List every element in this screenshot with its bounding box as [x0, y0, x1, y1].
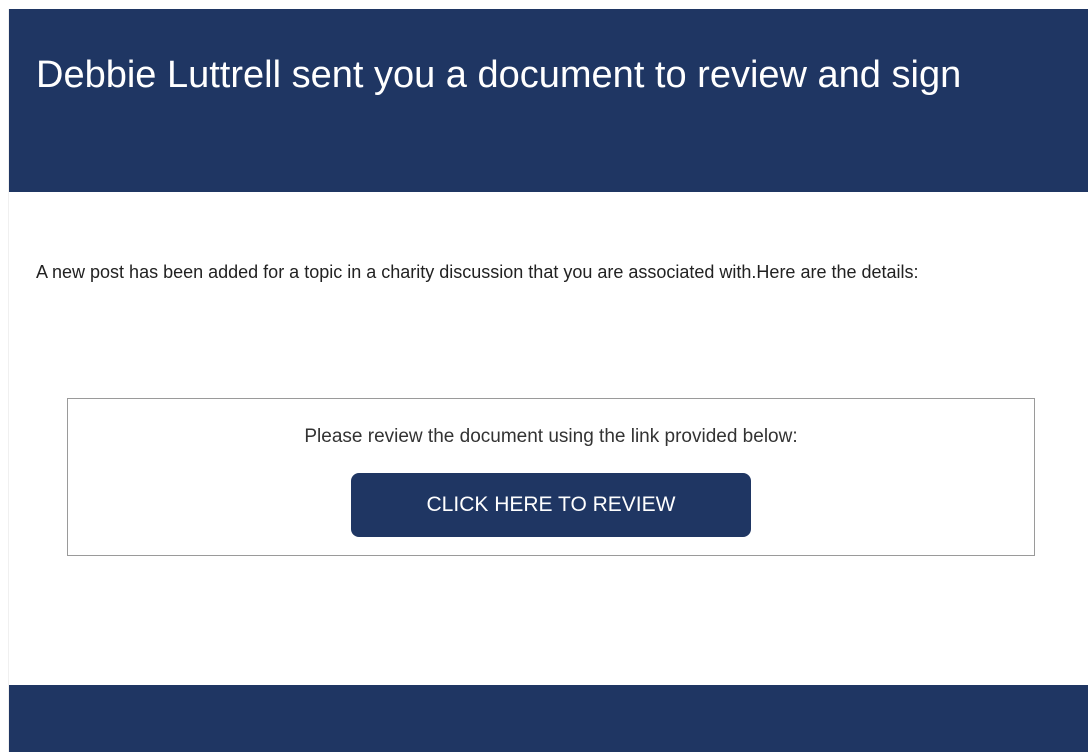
email-title: Debbie Luttrell sent you a document to r…: [36, 54, 962, 96]
email-container: Debbie Luttrell sent you a document to r…: [8, 9, 1088, 752]
email-footer: [9, 685, 1088, 752]
intro-text: A new post has been added for a topic in…: [36, 262, 919, 282]
review-card: Please review the document using the lin…: [67, 398, 1035, 556]
email-header: Debbie Luttrell sent you a document to r…: [9, 9, 1088, 192]
review-instruction: Please review the document using the lin…: [304, 426, 798, 447]
review-button[interactable]: CLICK HERE TO REVIEW: [351, 473, 751, 537]
